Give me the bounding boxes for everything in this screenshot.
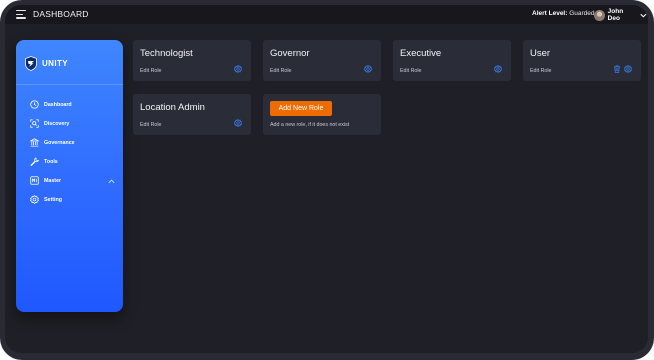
sidebar-item-label: Discovery bbox=[44, 120, 70, 127]
sidebar-item-label: Governance bbox=[44, 139, 75, 146]
edit-role-link[interactable]: Edit Role bbox=[400, 68, 422, 74]
sidebar-item-label: Tools bbox=[44, 158, 58, 165]
sidebar-item-label: Master bbox=[44, 177, 62, 184]
logo-icon bbox=[25, 56, 37, 71]
page-title: DASHBOARD bbox=[33, 9, 89, 19]
role-title: Technologist bbox=[140, 48, 193, 59]
alert-level: Alert Level: Guarded bbox=[532, 10, 595, 17]
alert-level-label: Alert Level: bbox=[532, 10, 568, 17]
role-title: User bbox=[530, 48, 551, 59]
gear-icon bbox=[30, 195, 39, 204]
role-card-location-admin: Location Admin Edit Role bbox=[133, 94, 251, 135]
role-title: Executive bbox=[400, 48, 442, 59]
settings-gear-icon[interactable] bbox=[234, 119, 242, 127]
role-title: Governor bbox=[270, 48, 310, 59]
sidebar-item-label: Setting bbox=[44, 196, 62, 203]
sidebar-item-discovery[interactable]: Discovery bbox=[30, 114, 116, 133]
edit-role-link[interactable]: Edit Role bbox=[530, 68, 552, 74]
add-role-hint: Add a new role, if it does not exist bbox=[270, 122, 350, 128]
brand[interactable]: UNITY bbox=[25, 56, 68, 71]
sidebar-item-setting[interactable]: Setting bbox=[30, 190, 116, 209]
sidebar-item-dashboard[interactable]: Dashboard bbox=[30, 95, 116, 114]
user-name[interactable]: John Deo bbox=[608, 8, 637, 22]
card-actions bbox=[234, 119, 242, 127]
sidebar-item-master[interactable]: Master bbox=[30, 171, 116, 190]
settings-gear-icon[interactable] bbox=[624, 65, 632, 73]
wrench-icon bbox=[30, 157, 39, 166]
card-actions bbox=[494, 65, 502, 73]
clock-icon bbox=[30, 100, 39, 109]
scan-icon bbox=[30, 119, 39, 128]
user-menu[interactable]: John Deo bbox=[594, 8, 648, 22]
role-card-governor: Governor Edit Role bbox=[263, 40, 381, 81]
card-actions bbox=[364, 65, 372, 73]
settings-gear-icon[interactable] bbox=[494, 65, 502, 73]
sidebar-nav: Dashboard Discovery Governance Tools Mas… bbox=[30, 95, 116, 209]
master-icon bbox=[30, 176, 39, 185]
role-card-technologist: Technologist Edit Role bbox=[133, 40, 251, 81]
edit-role-link[interactable]: Edit Role bbox=[140, 68, 162, 74]
card-actions bbox=[613, 65, 632, 73]
alert-level-value: Guarded bbox=[569, 10, 595, 17]
divider bbox=[16, 84, 123, 85]
role-title: Location Admin bbox=[140, 102, 205, 113]
settings-gear-icon[interactable] bbox=[364, 65, 372, 73]
sidebar-item-label: Dashboard bbox=[44, 101, 72, 108]
chevron-down-icon[interactable] bbox=[639, 11, 648, 20]
brand-name: UNITY bbox=[42, 59, 68, 68]
add-role-card: Add New Role Add a new role, if it does … bbox=[263, 94, 381, 135]
device-frame: DASHBOARD Alert Level: Guarded John Deo … bbox=[0, 0, 654, 360]
trash-icon[interactable] bbox=[613, 65, 621, 73]
sidebar-item-governance[interactable]: Governance bbox=[30, 133, 116, 152]
chevron-up-icon[interactable] bbox=[107, 177, 116, 186]
card-actions bbox=[234, 65, 242, 73]
avatar[interactable] bbox=[594, 9, 605, 21]
app-screen: DASHBOARD Alert Level: Guarded John Deo … bbox=[5, 5, 648, 353]
edit-role-link[interactable]: Edit Role bbox=[270, 68, 292, 74]
role-card-executive: Executive Edit Role bbox=[393, 40, 511, 81]
sidebar-item-tools[interactable]: Tools bbox=[30, 152, 116, 171]
settings-gear-icon[interactable] bbox=[234, 65, 242, 73]
add-new-role-button[interactable]: Add New Role bbox=[270, 101, 332, 116]
top-bar: DASHBOARD Alert Level: Guarded John Deo bbox=[5, 5, 648, 24]
edit-role-link[interactable]: Edit Role bbox=[140, 122, 162, 128]
menu-icon[interactable] bbox=[16, 10, 26, 19]
bank-icon bbox=[30, 138, 39, 147]
role-card-user: User Edit Role bbox=[523, 40, 641, 81]
sidebar: UNITY Dashboard Discovery Governance Too… bbox=[16, 40, 123, 312]
